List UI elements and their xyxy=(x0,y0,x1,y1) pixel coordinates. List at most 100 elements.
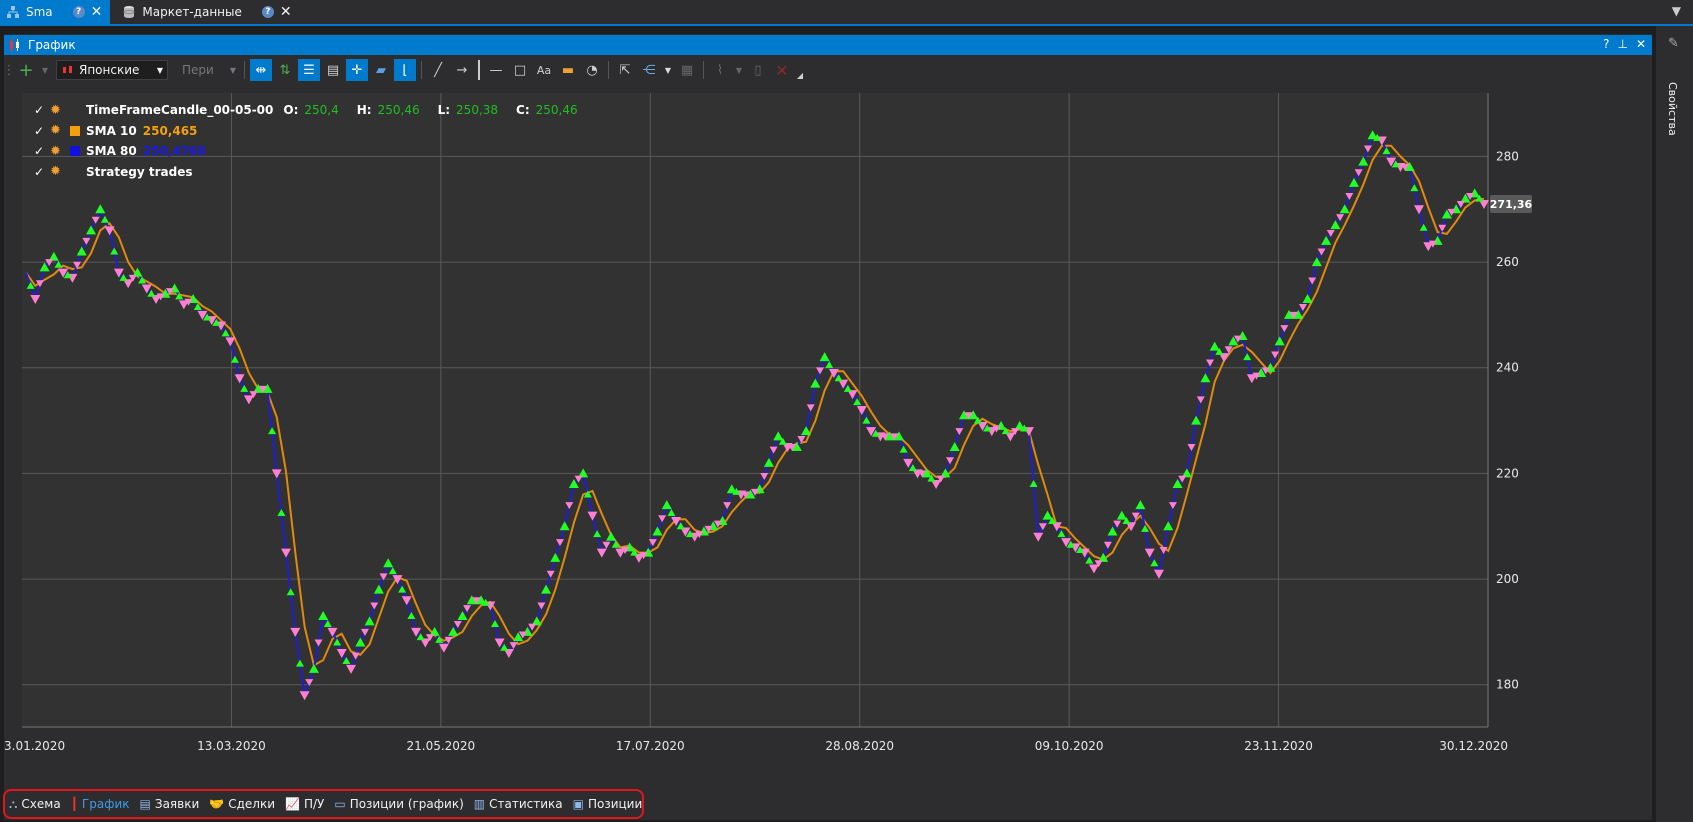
gear-icon[interactable]: ✹ xyxy=(50,103,64,118)
horizontal-line-icon[interactable]: — xyxy=(485,59,507,81)
check-icon[interactable]: ✓ xyxy=(34,144,44,158)
line-tool-icon[interactable]: ╱ xyxy=(427,59,449,81)
autoscroll-icon[interactable]: ⇹ xyxy=(250,59,272,81)
plot-background xyxy=(22,93,1488,727)
chevron-down-icon[interactable]: ▼ xyxy=(733,59,745,81)
chart-legend: ✓ ✹ TimeFrameCandle_00-05-00 O: 250,4 H: 250,4… xyxy=(34,100,586,182)
properties-sidebar[interactable]: ✎ Свойства xyxy=(1656,26,1693,822)
grip-icon: ⋮ xyxy=(2,62,16,78)
tab-market-data[interactable]: Маркет-данные ? ✕ xyxy=(110,0,299,24)
tab-sma[interactable]: Sma ? ✕ xyxy=(0,0,111,24)
check-icon[interactable]: ✓ xyxy=(34,124,44,138)
pin-icon[interactable]: ⊥ xyxy=(1617,37,1627,51)
legend-row[interactable]: ✓ ✹ Strategy trades xyxy=(34,162,586,183)
legend-row[interactable]: ✓ ✹ TimeFrameCandle_00-05-00 O: 250,4 H: 250,4… xyxy=(34,100,586,121)
bottom-tab-label: Заявки xyxy=(154,797,200,811)
tab-sma-label: Sma xyxy=(26,5,53,19)
tab-scheme[interactable]: ⛬ Схема xyxy=(4,792,66,816)
document-icon[interactable]: ▤ xyxy=(322,59,344,81)
period-select[interactable]: Пери ▼ xyxy=(178,60,240,80)
check-icon[interactable]: ✓ xyxy=(34,103,44,117)
legend-swatch xyxy=(70,105,80,115)
legend-swatch xyxy=(70,146,80,157)
highlight-icon[interactable]: ▬ xyxy=(557,59,579,81)
rectangle-icon[interactable]: □ xyxy=(509,59,531,81)
text-tool-icon[interactable]: Aa xyxy=(533,59,555,81)
tab-positions[interactable]: ▣ Позиции xyxy=(568,792,648,816)
tab-pnl[interactable]: 📈 П/У xyxy=(280,792,329,816)
x-tick-label: 3.01.2020 xyxy=(4,739,65,753)
gauge-icon[interactable]: ◔ xyxy=(581,59,603,81)
arrow-tool-icon[interactable]: → xyxy=(451,59,473,81)
export-icon[interactable]: ⇱ xyxy=(614,59,636,81)
bottom-tab-label: График xyxy=(81,797,130,811)
gear-icon[interactable]: ✹ xyxy=(50,164,64,179)
x-tick-label: 30.12.2020 xyxy=(1439,739,1508,753)
price-chart[interactable]: 180 200 220 240 260 280 3.01.2020 13.03.2020 21.… xyxy=(4,90,1652,783)
tab-handshake[interactable]: 🤝 Сделки xyxy=(204,792,280,816)
close-icon[interactable]: ✕ xyxy=(1636,37,1646,51)
link-icon[interactable]: ⌇ xyxy=(709,59,731,81)
gear-icon[interactable]: ✹ xyxy=(50,123,64,138)
pnl-icon: 📈 xyxy=(285,797,300,811)
delete-icon[interactable]: ✕ xyxy=(771,59,793,81)
sort-arrows-icon[interactable]: ⇅ xyxy=(274,59,296,81)
chart-style-value: Японские xyxy=(79,63,140,77)
toolbar-separator xyxy=(608,61,609,79)
panel-title: График xyxy=(28,38,76,52)
bottom-tab-label: Сделки xyxy=(228,797,275,811)
tab-statistics[interactable]: ▥ Статистика xyxy=(469,792,568,816)
candles-icon xyxy=(10,38,19,52)
check-icon[interactable]: ✓ xyxy=(34,165,44,179)
ruler-icon[interactable]: ⌊ xyxy=(394,59,416,81)
add-icon[interactable]: + xyxy=(15,59,37,81)
chevron-down-icon[interactable]: ▼ xyxy=(662,59,674,81)
candles-icon xyxy=(63,66,72,73)
scheme-icon: ⛬ xyxy=(9,796,18,811)
tab-orders[interactable]: ▤ Заявки xyxy=(135,792,205,816)
tab-candles[interactable]: ┃ График xyxy=(66,792,135,816)
legend-swatch xyxy=(70,167,80,177)
ohlc-value: 250,38 xyxy=(456,103,499,118)
file-icon[interactable]: ▯ xyxy=(747,59,769,81)
x-tick-label: 23.11.2020 xyxy=(1244,739,1313,753)
legend-value: 250,4768 xyxy=(142,144,206,159)
tab-market-data-label: Маркет-данные xyxy=(142,5,242,19)
gear-icon[interactable]: ✹ xyxy=(50,144,64,159)
chart-style-select[interactable]: Японские ▼ xyxy=(56,60,168,80)
y-tick-label: 240 xyxy=(1496,361,1519,375)
chevron-down-icon: ▼ xyxy=(229,65,236,75)
database-icon xyxy=(123,6,135,18)
app-window: Sma ? ✕ Маркет-данные ? ✕ ▼ График ? ⊥ ✕… xyxy=(0,0,1693,822)
help-icon[interactable]: ? xyxy=(261,6,274,18)
toolbar-separator xyxy=(478,60,480,80)
ohlc-key: H: xyxy=(356,103,372,118)
comment-icon[interactable]: ▰ xyxy=(370,59,392,81)
bottom-tab-label: Позиции (график) xyxy=(349,797,464,811)
bottom-tabs: ⛬ Схема ┃ График ▤ Заявки 🤝 Сделки 📈 П/У ▭ Позиции … xyxy=(4,792,1652,816)
ohlc-key: C: xyxy=(516,103,530,118)
y-tick-label: 220 xyxy=(1496,466,1519,480)
properties-icon[interactable]: ✎ xyxy=(1668,36,1679,51)
y-tick-label: 180 xyxy=(1496,678,1519,692)
close-icon[interactable]: ✕ xyxy=(280,5,292,19)
share-icon[interactable]: ⋲ xyxy=(638,59,660,81)
chevron-down-icon[interactable]: ▼ xyxy=(39,59,51,81)
calculator-icon[interactable]: ▦ xyxy=(676,59,698,81)
legend-row[interactable]: ✓ ✹ SMA 10 250,465 xyxy=(34,121,586,142)
chevron-down-icon[interactable]: ▼ xyxy=(1672,4,1681,18)
bottom-tab-label: Статистика xyxy=(489,797,563,811)
help-icon[interactable]: ? xyxy=(72,6,85,18)
close-icon[interactable]: ✕ xyxy=(91,5,103,19)
help-icon[interactable]: ? xyxy=(1603,37,1609,51)
crosshair-icon[interactable]: ✛ xyxy=(346,59,368,81)
tab-positions-chart[interactable]: ▭ Позиции (график) xyxy=(329,792,468,816)
chart-area[interactable]: 180 200 220 240 260 280 3.01.2020 13.03.2020 21.… xyxy=(4,90,1652,783)
list-icon[interactable]: ☰ xyxy=(298,59,320,81)
bottom-tab-label: Схема xyxy=(21,797,61,811)
properties-label[interactable]: Свойства xyxy=(1666,82,1679,136)
overflow-icon[interactable]: ◢ xyxy=(795,64,805,86)
legend-row[interactable]: ✓ ✹ SMA 80 250,4768 xyxy=(34,141,586,162)
toolbar-separator xyxy=(244,61,245,79)
ohlc-key: L: xyxy=(437,103,451,118)
